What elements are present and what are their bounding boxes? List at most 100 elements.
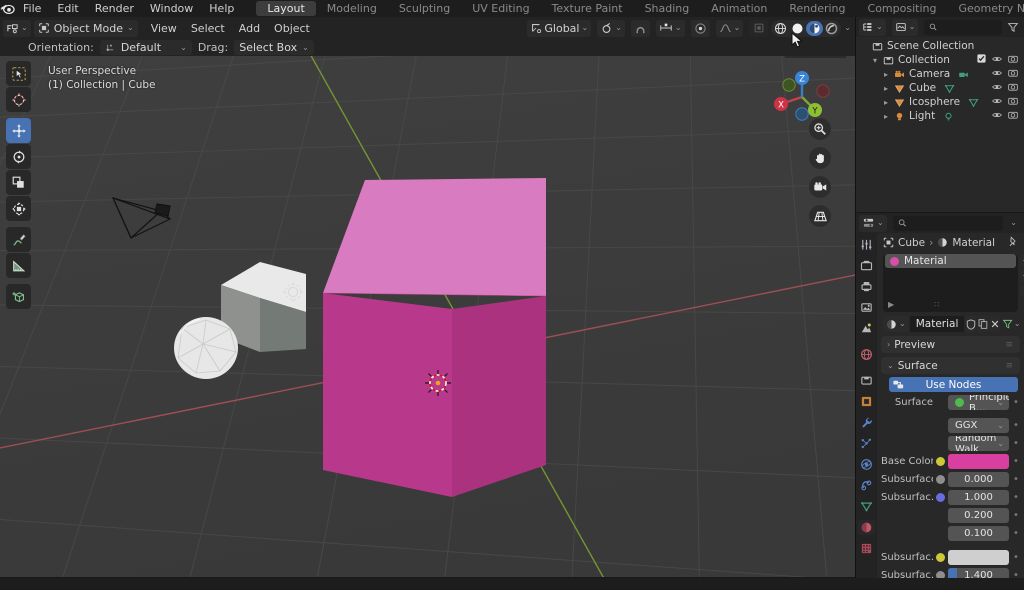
outliner-row-light[interactable]: ▸ Light bbox=[856, 109, 1024, 123]
camera-icon[interactable] bbox=[809, 176, 831, 198]
expand-arrow[interactable]: ▸ bbox=[884, 70, 894, 79]
node-socket[interactable] bbox=[936, 529, 945, 538]
unlink-icon[interactable]: ✕ bbox=[990, 316, 1000, 332]
preview-panel-header[interactable]: › Preview ≡ bbox=[881, 336, 1020, 353]
orientation-dropdown[interactable]: Default ⌄ bbox=[99, 40, 192, 55]
zoom-icon[interactable] bbox=[809, 118, 831, 140]
outliner-row-camera[interactable]: ▸ Camera bbox=[856, 67, 1024, 81]
rendered-shading-button[interactable] bbox=[823, 21, 840, 36]
pivot-point-selector[interactable]: ⌄ bbox=[597, 19, 625, 37]
render-camera-icon[interactable] bbox=[1008, 110, 1018, 123]
cursor-tool[interactable] bbox=[6, 87, 31, 112]
transform-orientation-selector[interactable]: Global ⌄ bbox=[527, 19, 592, 37]
visibility-eye-icon[interactable] bbox=[992, 96, 1002, 109]
render-camera-icon[interactable] bbox=[1008, 96, 1018, 109]
color-swatch[interactable] bbox=[948, 550, 1009, 565]
field-value[interactable]: 0.100 bbox=[948, 526, 1009, 541]
material-slot-list[interactable]: Material ▶ ∷ + − ⌄ bbox=[883, 254, 1024, 312]
world-tab[interactable] bbox=[858, 347, 875, 362]
fake-user-icon[interactable] bbox=[966, 316, 977, 332]
expand-arrow[interactable]: ▾ bbox=[873, 56, 883, 65]
animate-property-dot[interactable]: • bbox=[1012, 438, 1020, 449]
3d-viewport[interactable]: User Perspective (1) Collection | Cube X… bbox=[0, 56, 855, 577]
node-socket[interactable] bbox=[936, 553, 945, 562]
filter-id-icon[interactable]: ⌄ bbox=[891, 18, 919, 36]
node-socket[interactable] bbox=[936, 475, 945, 484]
drag-dropdown[interactable]: Select Box ⌄ bbox=[234, 40, 314, 55]
animate-property-dot[interactable]: • bbox=[1012, 492, 1020, 503]
workspace-tab-layout[interactable]: Layout bbox=[256, 1, 316, 16]
render-tab[interactable] bbox=[858, 258, 875, 273]
workspace-tab-shading[interactable]: Shading bbox=[634, 1, 701, 16]
tweak-select-tool[interactable] bbox=[6, 61, 31, 86]
scene-tab[interactable] bbox=[858, 321, 875, 336]
object-tab[interactable] bbox=[858, 394, 875, 409]
editor-type-icon[interactable]: ⌄ bbox=[3, 19, 31, 37]
outliner-row-icosphere[interactable]: ▸ Icosphere bbox=[856, 95, 1024, 109]
mesh-data-icon[interactable] bbox=[968, 97, 979, 108]
animate-property-dot[interactable]: • bbox=[1012, 528, 1020, 539]
tool-tab[interactable] bbox=[858, 237, 875, 252]
wireframe-shading-button[interactable] bbox=[772, 21, 789, 36]
camera-data-icon[interactable] bbox=[958, 69, 969, 80]
particles-tab[interactable] bbox=[858, 436, 875, 451]
node-socket[interactable] bbox=[936, 493, 945, 502]
light-data-icon[interactable] bbox=[943, 111, 954, 122]
output-tab[interactable] bbox=[858, 279, 875, 294]
outliner-search-box[interactable] bbox=[924, 19, 1002, 35]
workspace-tab-compositing[interactable]: Compositing bbox=[857, 1, 948, 16]
workspace-tab-sculpting[interactable]: Sculpting bbox=[388, 1, 461, 16]
data-tab[interactable] bbox=[858, 499, 875, 514]
grid-perspective-icon[interactable] bbox=[809, 205, 831, 227]
visibility-eye-icon[interactable] bbox=[992, 54, 1002, 67]
material-preview-shading-button[interactable] bbox=[806, 20, 824, 36]
viewport-menu-object[interactable]: Object bbox=[267, 20, 317, 37]
menu-help[interactable]: Help bbox=[201, 0, 242, 17]
breadcrumb-datablock[interactable]: Material bbox=[952, 237, 995, 249]
animate-property-dot[interactable]: • bbox=[1012, 420, 1020, 431]
collection-tab[interactable] bbox=[858, 373, 875, 388]
add-slot-button[interactable]: + bbox=[1020, 254, 1024, 267]
animate-property-dot[interactable]: • bbox=[1012, 474, 1020, 485]
texture-tab[interactable] bbox=[858, 541, 875, 556]
material-tab[interactable] bbox=[858, 520, 875, 535]
expand-arrow[interactable]: ▸ bbox=[884, 84, 894, 93]
field-value[interactable]: 1.000 bbox=[948, 490, 1009, 505]
scale-tool[interactable] bbox=[6, 170, 31, 195]
workspace-tab-rendering[interactable]: Rendering bbox=[778, 1, 856, 16]
material-name-field[interactable]: Material bbox=[909, 316, 965, 332]
visibility-eye-icon[interactable] bbox=[992, 68, 1002, 81]
properties-options-chevron[interactable]: ⌄ bbox=[1006, 219, 1021, 227]
workspace-tab-geometry-nodes[interactable]: Geometry Nodes bbox=[947, 1, 1024, 16]
remove-slot-button[interactable]: − bbox=[1020, 269, 1024, 282]
field-dropdown[interactable]: GGX ⌄ bbox=[948, 418, 1009, 433]
move-tool[interactable] bbox=[6, 118, 31, 143]
workspace-tab-animation[interactable]: Animation bbox=[700, 1, 778, 16]
viewport-menu-add[interactable]: Add bbox=[232, 20, 267, 37]
outliner-search-input[interactable] bbox=[941, 21, 997, 33]
field-value[interactable]: 0.200 bbox=[948, 508, 1009, 523]
menu-window[interactable]: Window bbox=[142, 0, 201, 17]
render-camera-icon[interactable] bbox=[1008, 82, 1018, 95]
measure-tool[interactable] bbox=[6, 253, 31, 278]
constraints-tab[interactable] bbox=[858, 478, 875, 493]
node-socket[interactable] bbox=[936, 457, 945, 466]
workspace-tab-modeling[interactable]: Modeling bbox=[316, 1, 388, 16]
collection-checkbox[interactable] bbox=[977, 54, 986, 66]
modifier-tab[interactable] bbox=[858, 415, 875, 430]
menu-render[interactable]: Render bbox=[87, 0, 142, 17]
animate-property-dot[interactable]: • bbox=[1012, 456, 1020, 467]
material-ball-icon[interactable]: ⌄ bbox=[883, 316, 908, 332]
slot-resize-grip[interactable]: ∷ bbox=[934, 300, 940, 309]
field-dropdown[interactable]: Principled B...⌄ bbox=[948, 395, 1009, 410]
snap-magnet-icon[interactable] bbox=[630, 19, 650, 37]
menu-edit[interactable]: Edit bbox=[49, 0, 86, 17]
color-swatch[interactable] bbox=[948, 454, 1009, 469]
surface-panel-header[interactable]: ⌄ Surface ≡ bbox=[881, 357, 1020, 374]
viewport-menu-select[interactable]: Select bbox=[184, 20, 232, 37]
transform-tool[interactable] bbox=[6, 196, 31, 221]
node-socket[interactable] bbox=[936, 421, 945, 430]
breadcrumb-object[interactable]: Cube bbox=[898, 237, 925, 249]
hand-icon[interactable] bbox=[809, 147, 831, 169]
pin-icon[interactable] bbox=[1007, 235, 1018, 250]
